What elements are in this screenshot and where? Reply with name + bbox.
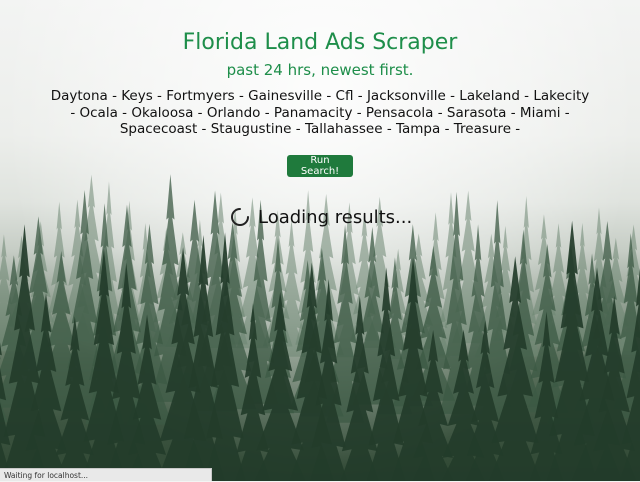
city-link-jacksonville: Jacksonville bbox=[367, 88, 446, 104]
city-link-keys: Keys bbox=[121, 88, 153, 104]
spinner-icon bbox=[230, 207, 250, 227]
city-link-miami: Miami bbox=[520, 105, 561, 121]
city-list: Daytona - Keys - Fortmyers - Gainesville… bbox=[50, 88, 590, 138]
city-link-okaloosa: Okaloosa bbox=[131, 105, 193, 121]
city-link-sarasota: Sarasota bbox=[447, 105, 507, 121]
city-link-lakecity: Lakecity bbox=[533, 88, 589, 104]
city-link-tampa: Tampa bbox=[396, 121, 440, 137]
city-link-ocala: Ocala bbox=[80, 105, 118, 121]
page-subtitle: past 24 hrs, newest first. bbox=[0, 61, 640, 79]
city-link-spacecoast: Spacecoast bbox=[120, 121, 197, 137]
city-link-orlando: Orlando bbox=[207, 105, 261, 121]
city-link-cfl: Cfl bbox=[336, 88, 354, 104]
loading-indicator: Loading results... bbox=[230, 205, 412, 229]
city-link-gainesville: Gainesville bbox=[248, 88, 322, 104]
city-link-staugustine: Staugustine bbox=[211, 121, 292, 137]
city-link-lakeland: Lakeland bbox=[459, 88, 520, 104]
browser-status-bar: Waiting for localhost... bbox=[0, 468, 212, 481]
page-title: Florida Land Ads Scraper bbox=[0, 30, 640, 55]
city-link-tallahassee: Tallahassee bbox=[305, 121, 383, 137]
city-link-daytona: Daytona bbox=[51, 88, 108, 104]
loading-text: Loading results... bbox=[258, 207, 412, 228]
city-link-pensacola: Pensacola bbox=[366, 105, 434, 121]
run-search-button[interactable]: Run Search! bbox=[287, 155, 353, 177]
city-link-fortmyers: Fortmyers bbox=[166, 88, 234, 104]
city-link-treasure: Treasure bbox=[454, 121, 511, 137]
city-link-panamacity: Panamacity bbox=[274, 105, 353, 121]
